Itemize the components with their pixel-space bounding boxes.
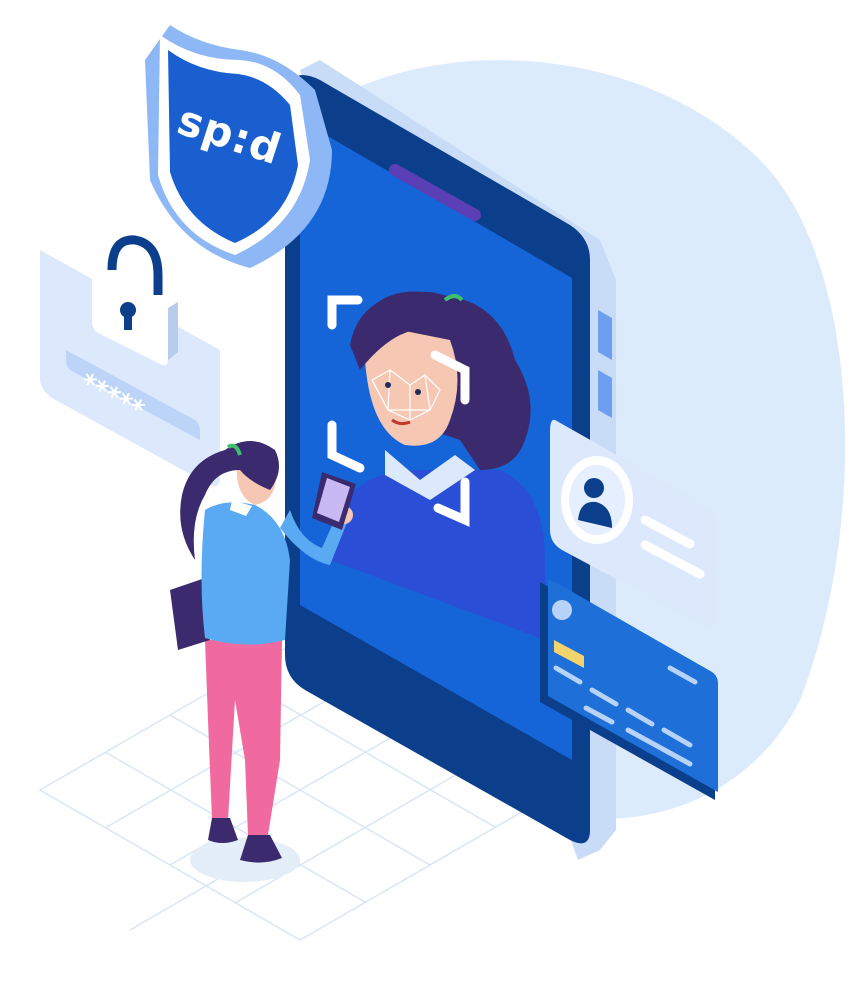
user-icon <box>561 456 633 544</box>
identity-verification-illustration: sp:d ***** <box>38 25 846 941</box>
phone-side-button-1 <box>598 310 612 360</box>
phone-side-button-2 <box>598 370 612 418</box>
password-card: ***** <box>40 235 220 486</box>
